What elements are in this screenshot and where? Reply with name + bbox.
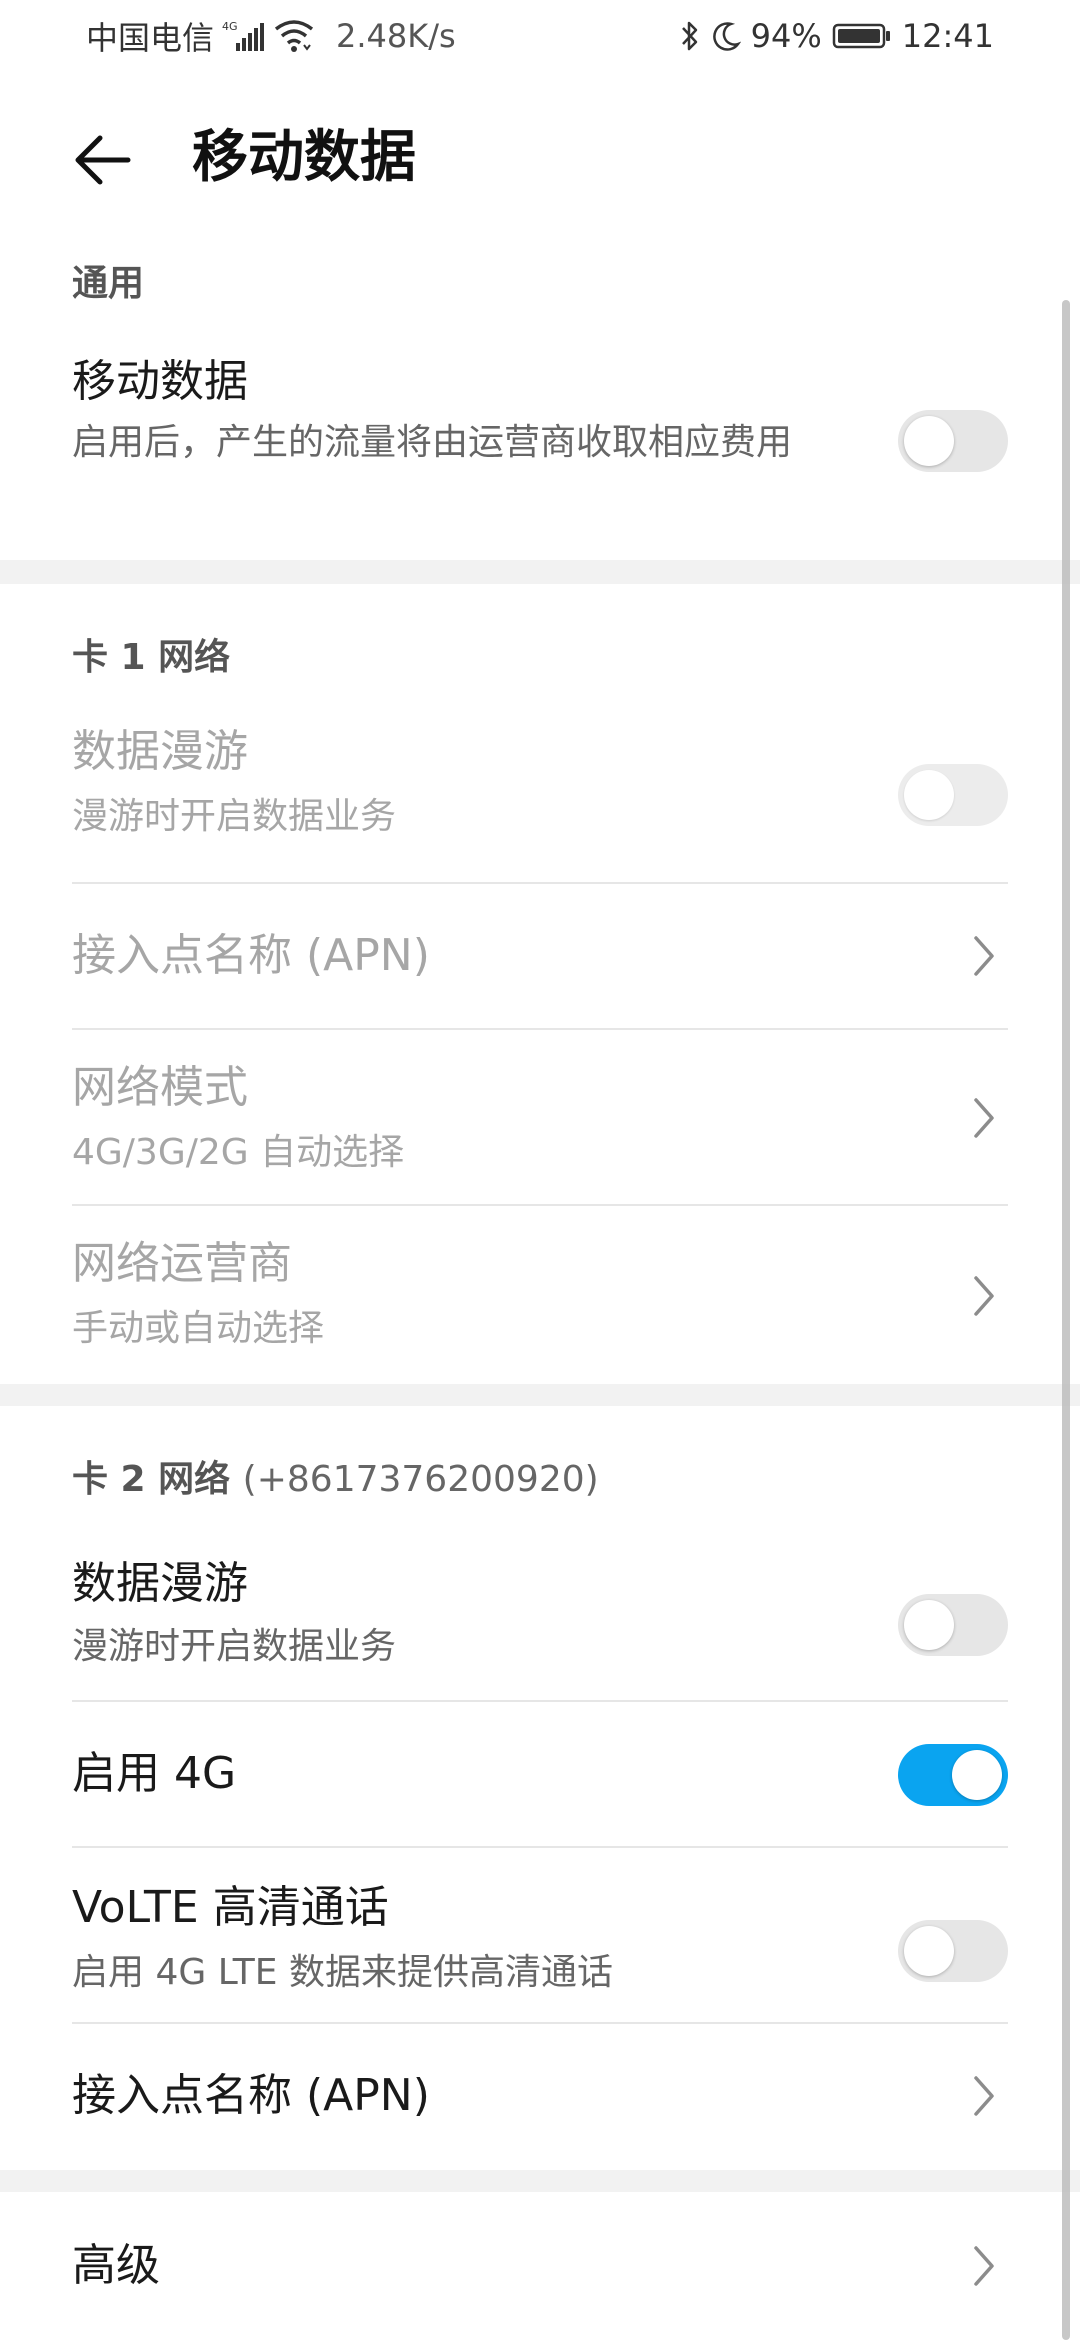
toggle-knob <box>904 1926 954 1976</box>
section-gap <box>0 2170 1080 2192</box>
chevron-right-icon <box>974 2246 994 2286</box>
sim1-operator-title: 网络运营商 <box>72 1238 292 1289</box>
carrier-name: 中国电信 <box>86 19 215 57</box>
sim2-volte-toggle[interactable] <box>898 1920 1008 1982</box>
scrollbar[interactable] <box>1062 300 1070 2340</box>
sim2-volte-title: VoLTE 高清通话 <box>72 1882 389 1933</box>
back-arrow-icon <box>75 135 131 185</box>
sim1-network-mode-row[interactable]: 网络模式 4G/3G/2G 自动选择 <box>72 1030 1008 1206</box>
app-header: 移动数据 <box>0 100 1080 216</box>
sim1-apn-title: 接入点名称 (APN) <box>72 930 430 981</box>
sim2-enable-4g-title: 启用 4G <box>72 1748 237 1799</box>
sim1-data-roaming-title: 数据漫游 <box>72 726 248 777</box>
sim2-enable-4g-toggle[interactable] <box>898 1744 1008 1806</box>
sim2-apn-row[interactable]: 接入点名称 (APN) <box>72 2024 1008 2170</box>
section-title-general: 通用 <box>72 263 145 304</box>
bluetooth-icon <box>679 19 701 53</box>
section-advanced: 高级 <box>0 2192 1080 2340</box>
section-title-sim2: 卡 2 网络 (+8617376200920) <box>72 1450 599 1502</box>
chevron-right-icon <box>974 1276 994 1316</box>
status-left: 中国电信 4G 2.48K/s <box>86 14 456 58</box>
mobile-data-title: 移动数据 <box>72 356 248 407</box>
svg-text:4G: 4G <box>222 20 238 33</box>
battery-percent: 94% <box>750 17 822 55</box>
mobile-data-toggle[interactable] <box>898 410 1008 472</box>
sim1-network-mode-title: 网络模式 <box>72 1062 248 1113</box>
mobile-data-subtitle: 启用后，产生的流量将由运营商收取相应费用 <box>72 422 793 463</box>
sim2-enable-4g-row[interactable]: 启用 4G <box>72 1702 1008 1848</box>
wifi-icon <box>274 19 314 53</box>
sim1-data-roaming-row[interactable]: 数据漫游 漫游时开启数据业务 <box>72 724 1008 884</box>
clock: 12:41 <box>901 17 994 55</box>
section-gap <box>0 560 1080 584</box>
sim1-network-mode-subtitle: 4G/3G/2G 自动选择 <box>72 1132 405 1173</box>
toggle-knob <box>904 1600 954 1650</box>
sim1-data-roaming-toggle[interactable] <box>898 764 1008 826</box>
toggle-knob <box>904 416 954 466</box>
section-sim2: 卡 2 网络 (+8617376200920) 数据漫游 漫游时开启数据业务 启… <box>0 1406 1080 2170</box>
sim2-title-label: 卡 2 网络 <box>72 1459 231 1500</box>
chevron-right-icon <box>974 1098 994 1138</box>
sim1-apn-row[interactable]: 接入点名称 (APN) <box>72 884 1008 1030</box>
sim1-operator-subtitle: 手动或自动选择 <box>72 1308 325 1349</box>
advanced-row[interactable]: 高级 <box>72 2192 1008 2340</box>
advanced-title: 高级 <box>72 2240 160 2291</box>
section-sim1: 卡 1 网络 数据漫游 漫游时开启数据业务 接入点名称 (APN) 网络模式 4… <box>0 584 1080 1384</box>
chevron-right-icon <box>974 936 994 976</box>
sim2-volte-row[interactable]: VoLTE 高清通话 启用 4G LTE 数据来提供高清通话 <box>72 1848 1008 2024</box>
moon-icon <box>711 19 741 53</box>
sim2-volte-subtitle: 启用 4G LTE 数据来提供高清通话 <box>72 1952 613 1993</box>
toggle-knob <box>904 770 954 820</box>
sim2-apn-title: 接入点名称 (APN) <box>72 2070 430 2121</box>
network-speed: 2.48K/s <box>336 17 456 55</box>
sim2-data-roaming-title: 数据漫游 <box>72 1558 248 1609</box>
sim1-data-roaming-subtitle: 漫游时开启数据业务 <box>72 796 397 837</box>
sim2-phone-number: (+8617376200920) <box>242 1459 599 1500</box>
sim2-data-roaming-toggle[interactable] <box>898 1594 1008 1656</box>
sim2-data-roaming-row[interactable]: 数据漫游 漫游时开启数据业务 <box>72 1556 1008 1702</box>
chevron-right-icon <box>974 2076 994 2116</box>
section-general: 通用 移动数据 启用后，产生的流量将由运营商收取相应费用 <box>0 236 1080 560</box>
section-gap <box>0 1384 1080 1406</box>
cellular-signal-icon: 4G <box>222 19 266 53</box>
battery-icon <box>832 21 892 51</box>
mobile-data-row[interactable]: 移动数据 启用后，产生的流量将由运营商收取相应费用 <box>72 354 1008 534</box>
back-button[interactable] <box>62 120 142 200</box>
section-title-sim1: 卡 1 网络 <box>72 637 231 678</box>
toggle-knob <box>952 1750 1002 1800</box>
sim1-operator-row[interactable]: 网络运营商 手动或自动选择 <box>72 1206 1008 1384</box>
sim2-data-roaming-subtitle: 漫游时开启数据业务 <box>72 1626 397 1667</box>
status-bar: 中国电信 4G 2.48K/s 94% 12:41 <box>0 0 1080 72</box>
status-right: 94% 12:41 <box>679 14 994 58</box>
page-title: 移动数据 <box>192 125 416 190</box>
